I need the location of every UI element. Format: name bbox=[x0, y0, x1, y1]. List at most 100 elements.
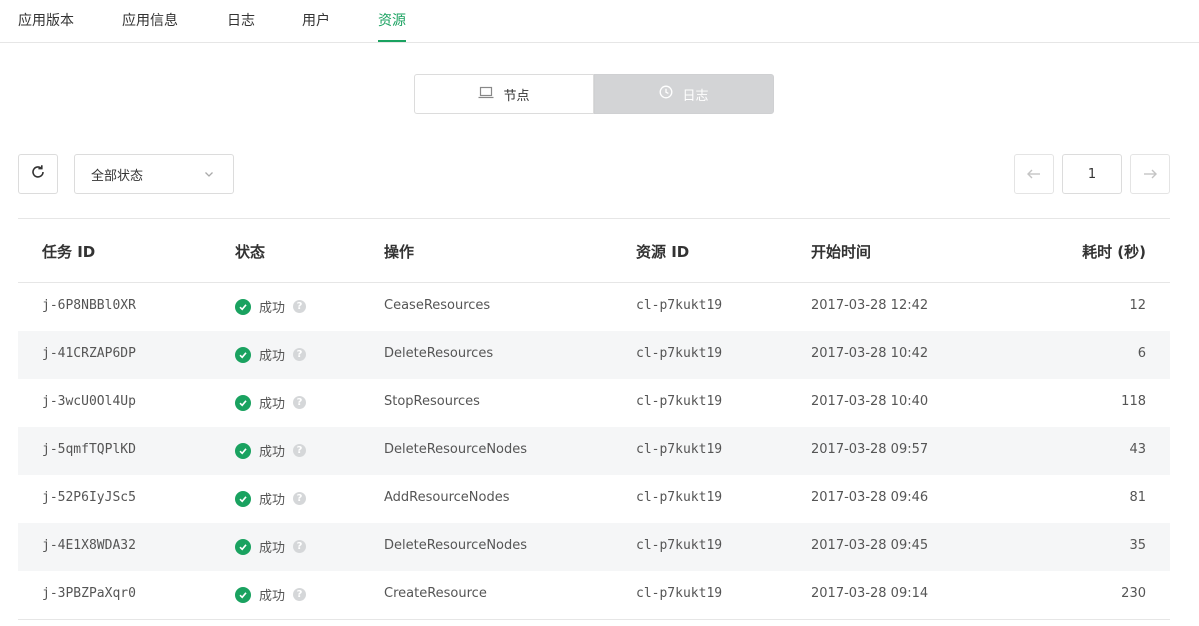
header-action: 操作 bbox=[384, 243, 415, 261]
help-icon[interactable]: ? bbox=[293, 300, 307, 313]
header-resource-id: 资源 ID bbox=[636, 243, 690, 261]
success-check-icon bbox=[235, 586, 251, 603]
status-cell: 成功 ? bbox=[235, 537, 307, 556]
resource-id-cell[interactable]: cl-p7kukt19 bbox=[636, 442, 722, 457]
success-check-icon bbox=[235, 298, 251, 315]
status-label: 成功 bbox=[259, 397, 286, 412]
segment-nodes-label: 节点 bbox=[503, 88, 530, 104]
view-segmented-control: 节点 日志 bbox=[414, 74, 774, 114]
resource-id-cell[interactable]: cl-p7kukt19 bbox=[636, 538, 722, 553]
table-body: j-6P8NBBl0XR 成功 ? CeaseResources cl-p7ku… bbox=[18, 283, 1170, 620]
success-check-icon bbox=[235, 442, 251, 459]
segment-nodes-button[interactable]: 节点 bbox=[414, 74, 594, 114]
help-icon[interactable]: ? bbox=[293, 540, 307, 553]
duration-cell: 230 bbox=[1121, 586, 1146, 601]
success-check-icon bbox=[235, 346, 251, 363]
table-row[interactable]: j-52P6IyJSc5 成功 ? AddResourceNodes cl-p7… bbox=[18, 475, 1170, 523]
duration-cell: 35 bbox=[1129, 538, 1146, 553]
status-cell: 成功 ? bbox=[235, 345, 307, 364]
prev-page-button[interactable] bbox=[1014, 154, 1054, 194]
resource-id-cell[interactable]: cl-p7kukt19 bbox=[636, 586, 722, 601]
status-label: 成功 bbox=[259, 301, 286, 316]
status-label: 成功 bbox=[259, 541, 286, 556]
task-id-cell[interactable]: j-5qmfTQPlKD bbox=[42, 442, 136, 457]
duration-cell: 6 bbox=[1137, 346, 1146, 361]
status-cell: 成功 ? bbox=[235, 393, 307, 412]
start-time-cell: 2017-03-28 09:46 bbox=[811, 490, 929, 505]
tab-resources[interactable]: 资源 bbox=[378, 10, 406, 42]
start-time-cell: 2017-03-28 09:14 bbox=[811, 586, 929, 601]
chevron-down-icon bbox=[203, 168, 215, 184]
action-cell: CreateResource bbox=[384, 586, 487, 601]
duration-cell: 81 bbox=[1129, 490, 1146, 505]
help-icon[interactable]: ? bbox=[293, 492, 307, 505]
arrow-right-icon bbox=[1143, 165, 1157, 184]
status-filter-select[interactable]: 全部状态 bbox=[74, 154, 234, 194]
duration-cell: 43 bbox=[1129, 442, 1146, 457]
action-cell: AddResourceNodes bbox=[384, 490, 510, 505]
action-cell: DeleteResources bbox=[384, 346, 494, 361]
resource-id-cell[interactable]: cl-p7kukt19 bbox=[636, 346, 722, 361]
next-page-button[interactable] bbox=[1130, 154, 1170, 194]
help-icon[interactable]: ? bbox=[293, 348, 307, 361]
status-cell: 成功 ? bbox=[235, 489, 307, 508]
success-check-icon bbox=[235, 538, 251, 555]
start-time-cell: 2017-03-28 12:42 bbox=[811, 298, 929, 313]
table-header: 任务 ID 状态 操作 资源 ID 开始时间 耗时 (秒) bbox=[18, 219, 1170, 283]
page-number[interactable]: 1 bbox=[1062, 154, 1122, 194]
action-cell: StopResources bbox=[384, 394, 480, 409]
clock-icon bbox=[659, 85, 673, 103]
header-task-id: 任务 ID bbox=[42, 243, 96, 261]
status-cell: 成功 ? bbox=[235, 297, 307, 316]
header-duration: 耗时 (秒) bbox=[1082, 243, 1146, 261]
task-id-cell[interactable]: j-52P6IyJSc5 bbox=[42, 490, 136, 505]
table-row[interactable]: j-6P8NBBl0XR 成功 ? CeaseResources cl-p7ku… bbox=[18, 283, 1170, 331]
tab-app-versions[interactable]: 应用版本 bbox=[18, 10, 74, 42]
status-filter-value: 全部状态 bbox=[91, 168, 144, 184]
resource-id-cell[interactable]: cl-p7kukt19 bbox=[636, 298, 722, 313]
header-start-time: 开始时间 bbox=[811, 243, 872, 261]
refresh-button[interactable] bbox=[18, 154, 58, 194]
table-row[interactable]: j-3wcU0Ol4Up 成功 ? StopResources cl-p7kuk… bbox=[18, 379, 1170, 427]
segment-logs-label: 日志 bbox=[682, 88, 709, 104]
help-icon[interactable]: ? bbox=[293, 444, 307, 457]
tab-app-info[interactable]: 应用信息 bbox=[122, 10, 178, 42]
task-id-cell[interactable]: j-3wcU0Ol4Up bbox=[42, 394, 136, 409]
segment-logs-button[interactable]: 日志 bbox=[594, 74, 774, 114]
task-id-cell[interactable]: j-6P8NBBl0XR bbox=[42, 298, 136, 313]
status-label: 成功 bbox=[259, 445, 286, 460]
table-row[interactable]: j-41CRZAP6DP 成功 ? DeleteResources cl-p7k… bbox=[18, 331, 1170, 379]
success-check-icon bbox=[235, 394, 251, 411]
task-id-cell[interactable]: j-4E1X8WDA32 bbox=[42, 538, 136, 553]
table-row[interactable]: j-3PBZPaXqr0 成功 ? CreateResource cl-p7ku… bbox=[18, 571, 1170, 620]
action-cell: DeleteResourceNodes bbox=[384, 538, 528, 553]
header-status: 状态 bbox=[235, 243, 266, 261]
tab-logs[interactable]: 日志 bbox=[227, 10, 255, 42]
action-cell: DeleteResourceNodes bbox=[384, 442, 528, 457]
arrow-left-icon bbox=[1027, 165, 1041, 184]
tab-users[interactable]: 用户 bbox=[302, 10, 330, 42]
resource-id-cell[interactable]: cl-p7kukt19 bbox=[636, 490, 722, 505]
task-id-cell[interactable]: j-41CRZAP6DP bbox=[42, 346, 136, 361]
success-check-icon bbox=[235, 490, 251, 507]
start-time-cell: 2017-03-28 09:57 bbox=[811, 442, 929, 457]
status-cell: 成功 ? bbox=[235, 441, 307, 460]
laptop-icon bbox=[478, 86, 494, 103]
start-time-cell: 2017-03-28 10:42 bbox=[811, 346, 929, 361]
status-cell: 成功 ? bbox=[235, 585, 307, 604]
help-icon[interactable]: ? bbox=[293, 588, 307, 601]
action-cell: CeaseResources bbox=[384, 298, 491, 313]
table-row[interactable]: j-4E1X8WDA32 成功 ? DeleteResourceNodes cl… bbox=[18, 523, 1170, 571]
duration-cell: 12 bbox=[1129, 298, 1146, 313]
status-label: 成功 bbox=[259, 589, 286, 604]
duration-cell: 118 bbox=[1121, 394, 1146, 409]
resource-id-cell[interactable]: cl-p7kukt19 bbox=[636, 394, 722, 409]
status-label: 成功 bbox=[259, 493, 286, 508]
refresh-icon bbox=[30, 164, 46, 184]
task-id-cell[interactable]: j-3PBZPaXqr0 bbox=[42, 586, 136, 601]
help-icon[interactable]: ? bbox=[293, 396, 307, 409]
table-row[interactable]: j-5qmfTQPlKD 成功 ? DeleteResourceNodes cl… bbox=[18, 427, 1170, 475]
start-time-cell: 2017-03-28 10:40 bbox=[811, 394, 929, 409]
start-time-cell: 2017-03-28 09:45 bbox=[811, 538, 929, 553]
top-tab-bar: 应用版本 应用信息 日志 用户 资源 bbox=[0, 0, 1199, 43]
